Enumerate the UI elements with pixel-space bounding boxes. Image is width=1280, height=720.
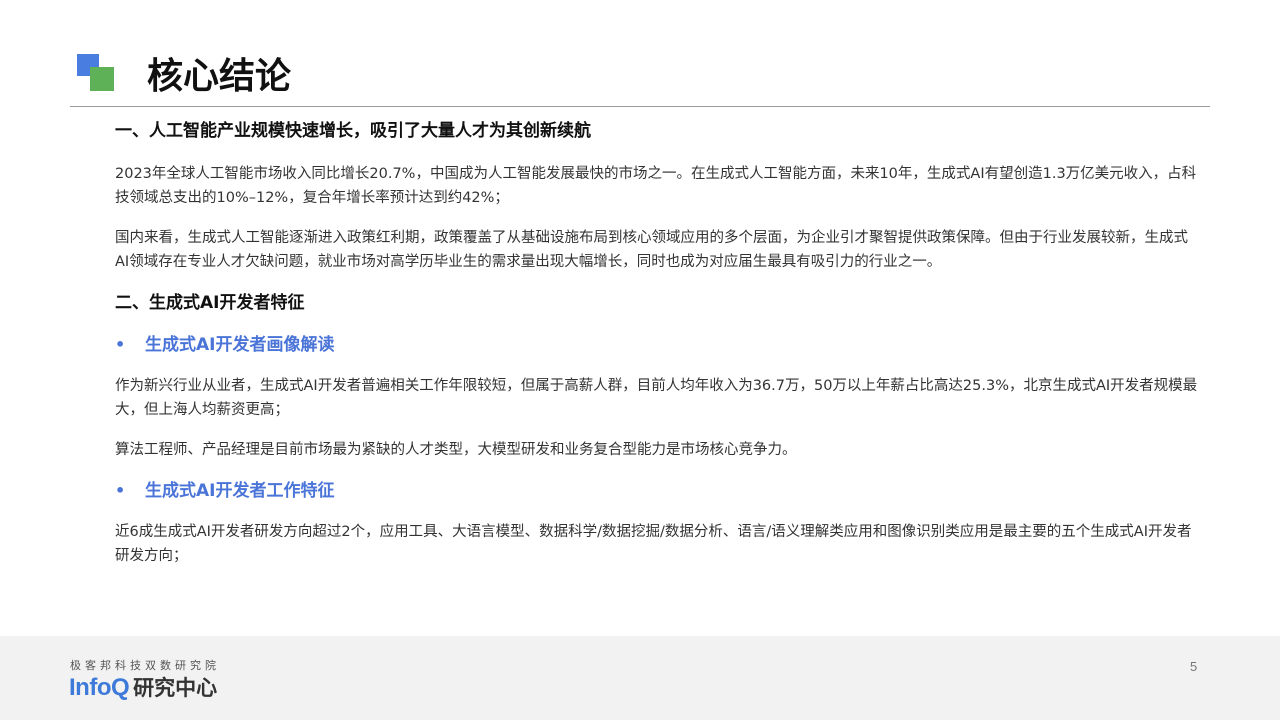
section-1-paragraph-2: 国内来看，生成式人工智能逐渐进入政策红利期，政策覆盖了从基础设施布局到核心领域应… — [115, 230, 1188, 270]
footer: 极客邦科技双数研究院 InfoQ 研究中心 5 — [0, 636, 1280, 720]
profile-paragraph-2: 算法工程师、产品经理是目前市场最为紧缺的人才类型，大模型研发和业务复合型能力是市… — [115, 442, 797, 458]
title-logo-mark — [77, 54, 115, 92]
subheading-developer-profile: • 生成式AI开发者画像解读 — [115, 332, 1200, 358]
page-number: 5 — [1190, 659, 1198, 674]
subheading-label: 生成式AI开发者画像解读 — [145, 335, 335, 355]
page-title: 核心结论 — [147, 56, 292, 97]
brand-name-zh: 研究中心 — [133, 676, 218, 700]
section-heading-1: 一、人工智能产业规模快速增长，吸引了大量人才为其创新续航 — [115, 121, 591, 141]
bullet-icon: • — [115, 335, 126, 354]
infoq-logo: InfoQ 研究中心 — [69, 672, 217, 702]
subheading-label: 生成式AI开发者工作特征 — [145, 481, 335, 501]
work-features-paragraph-1: 近6成生成式AI开发者研发方向超过2个，应用工具、大语言模型、数据科学/数据挖掘… — [115, 524, 1192, 564]
slide-content: 一、人工智能产业规模快速增长，吸引了大量人才为其创新续航 2023年全球人工智能… — [115, 118, 1200, 568]
footer-tagline: 极客邦科技双数研究院 — [70, 659, 220, 672]
section-heading-2: 二、生成式AI开发者特征 — [115, 293, 305, 313]
brand-name-en: InfoQ — [69, 674, 130, 701]
subheading-work-features: • 生成式AI开发者工作特征 — [115, 478, 1200, 504]
section-1-paragraph-1: 2023年全球人工智能市场收入同比增长20.7%，中国成为人工智能发展最快的市场… — [115, 166, 1197, 206]
profile-paragraph-1: 作为新兴行业从业者，生成式AI开发者普遍相关工作年限较短，但属于高薪人群，目前人… — [115, 378, 1198, 418]
bullet-icon: • — [115, 481, 126, 500]
title-divider — [70, 106, 1210, 107]
logo-square-green — [90, 67, 114, 91]
